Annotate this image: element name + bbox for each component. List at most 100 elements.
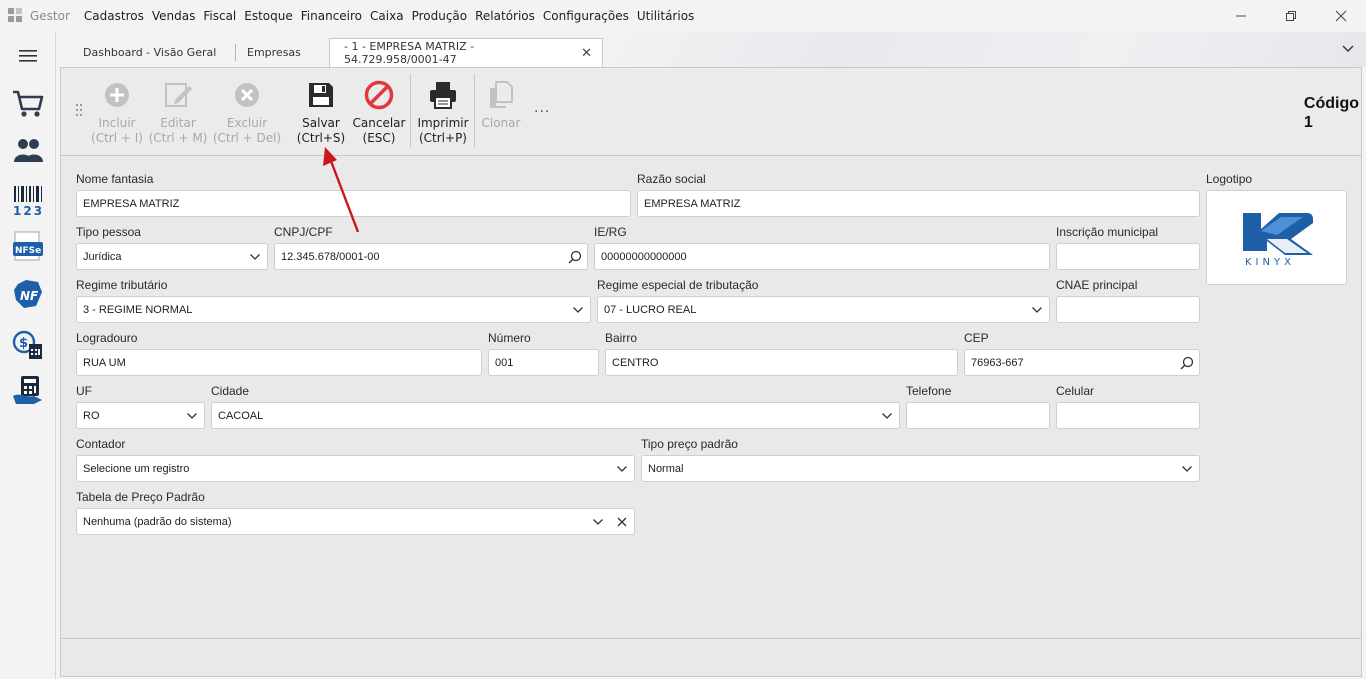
menu-utilitarios[interactable]: Utilitários	[633, 9, 698, 23]
printer-icon	[430, 82, 456, 109]
cidade-select[interactable]: CACOAL	[211, 402, 900, 429]
cidade-label: Cidade	[211, 384, 250, 398]
menu-cadastros[interactable]: Cadastros	[80, 9, 148, 23]
tipo-pessoa-select[interactable]: Jurídica	[76, 243, 268, 270]
app-name: Gestor	[30, 9, 70, 23]
cancel-icon	[364, 80, 394, 110]
logotipo-image[interactable]: KINYX	[1206, 190, 1347, 285]
tab-label: Empresas	[247, 46, 301, 59]
rail-cart-button[interactable]	[10, 86, 46, 122]
cnpj-cpf-label: CNPJ/CPF	[274, 225, 333, 239]
cash-register-icon: $	[12, 330, 42, 359]
hamburger-button[interactable]	[10, 38, 46, 74]
logotipo-label: Logotipo	[1206, 172, 1253, 186]
cancelar-button[interactable]: Cancelar (ESC)	[344, 78, 414, 146]
cep-search-button[interactable]	[1175, 350, 1199, 375]
chevron-down-icon[interactable]	[1342, 43, 1354, 55]
cnae-principal-label: CNAE principal	[1056, 278, 1138, 292]
contador-label: Contador	[76, 437, 126, 451]
regime-especial-label: Regime especial de tributação	[597, 278, 759, 292]
excluir-button[interactable]: Excluir (Ctrl + Del)	[212, 78, 282, 146]
tab-close-icon[interactable]: ✕	[581, 46, 592, 61]
razao-social-field[interactable]: EMPRESA MATRIZ	[637, 190, 1200, 217]
regime-tributario-label: Regime tributário	[76, 278, 168, 292]
uf-select[interactable]: RO	[76, 402, 205, 429]
svg-text:123: 123	[13, 204, 44, 216]
cnpj-search-button[interactable]	[563, 244, 587, 269]
cep-label: CEP	[964, 331, 989, 345]
editar-button[interactable]: Editar (Ctrl + M)	[143, 78, 213, 146]
telefone-label: Telefone	[906, 384, 952, 398]
menu-fiscal[interactable]: Fiscal	[199, 9, 240, 23]
tipo-preco-padrao-label: Tipo preço padrão	[641, 437, 738, 451]
copy-icon	[490, 81, 513, 108]
menu-caixa[interactable]: Caixa	[366, 9, 408, 23]
clonar-button[interactable]: Clonar	[466, 78, 536, 131]
menu-relatorios[interactable]: Relatórios	[471, 9, 539, 23]
svg-text:KINYX: KINYX	[1245, 257, 1295, 267]
numero-field[interactable]: 001	[488, 349, 599, 376]
save-icon	[309, 83, 333, 107]
rail-calculator-button[interactable]	[10, 372, 46, 408]
window-controls	[1216, 0, 1366, 32]
title-bar: Gestor Cadastros Vendas Fiscal Estoque F…	[0, 0, 1366, 32]
inscricao-municipal-field[interactable]	[1056, 243, 1200, 270]
calculator-icon	[13, 376, 42, 404]
regime-tributario-select[interactable]: 3 - REGIME NORMAL	[76, 296, 591, 323]
logradouro-field[interactable]: RUA UM	[76, 349, 482, 376]
barcode-icon: 123	[13, 186, 44, 216]
cnpj-cpf-field[interactable]: 12.345.678/0001-00	[274, 243, 588, 270]
svg-text:$: $	[19, 336, 28, 351]
menu-vendas[interactable]: Vendas	[148, 9, 200, 23]
status-strip	[61, 638, 1361, 676]
restore-button[interactable]	[1266, 0, 1316, 32]
tab-empresas[interactable]: Empresas	[233, 38, 301, 67]
celular-field[interactable]	[1056, 402, 1200, 429]
minimize-icon	[1236, 15, 1246, 17]
search-icon	[568, 250, 582, 263]
tabela-preco-padrao-label: Tabela de Preço Padrão	[76, 490, 205, 504]
razao-social-label: Razão social	[637, 172, 706, 186]
menu-producao[interactable]: Produção	[408, 9, 472, 23]
cep-field[interactable]: 76963-667	[964, 349, 1200, 376]
tabela-preco-padrao-select[interactable]: Nenhuma (padrão do sistema)	[76, 508, 635, 535]
rail-cash-register-button[interactable]: $	[10, 326, 46, 362]
ie-rg-field[interactable]: 00000000000000	[594, 243, 1050, 270]
contador-select[interactable]: Selecione um registro	[76, 455, 635, 482]
telefone-field[interactable]	[906, 402, 1050, 429]
rail-nfse-button[interactable]: NFSe	[10, 228, 46, 264]
app-logo-icon	[8, 8, 24, 24]
minimize-button[interactable]	[1216, 0, 1266, 32]
plus-circle-icon	[105, 83, 129, 107]
uf-label: UF	[76, 384, 92, 398]
incluir-button[interactable]: Incluir (Ctrl + I)	[82, 78, 152, 146]
rail-people-button[interactable]	[10, 132, 46, 168]
edit-icon	[165, 83, 192, 107]
logradouro-label: Logradouro	[76, 331, 138, 345]
inscricao-municipal-label: Inscrição municipal	[1056, 225, 1159, 239]
rail-nfe-button[interactable]: NF e	[10, 276, 46, 312]
close-window-button[interactable]	[1316, 0, 1366, 32]
left-rail: 123 NFSe NF e $	[0, 32, 56, 679]
menu-financeiro[interactable]: Financeiro	[297, 9, 366, 23]
bairro-field[interactable]: CENTRO	[605, 349, 958, 376]
celular-label: Celular	[1056, 384, 1095, 398]
people-icon	[14, 139, 43, 162]
nome-fantasia-field[interactable]: EMPRESA MATRIZ	[76, 190, 631, 217]
menu-configuracoes[interactable]: Configurações	[539, 9, 633, 23]
rail-barcode-button[interactable]: 123	[10, 182, 46, 218]
more-options-button[interactable]: ...	[534, 100, 550, 116]
chevron-down-icon	[573, 306, 583, 313]
tab-label: - 1 - EMPRESA MATRIZ - 54.729.958/0001-4…	[344, 40, 475, 66]
clear-selection-button[interactable]	[610, 509, 634, 534]
clear-icon	[617, 517, 627, 526]
tab-dashboard[interactable]: Dashboard - Visão Geral	[69, 38, 216, 67]
tipo-pessoa-label: Tipo pessoa	[76, 225, 141, 239]
menu-estoque[interactable]: Estoque	[240, 9, 297, 23]
tab-empresa-matriz[interactable]: - 1 - EMPRESA MATRIZ - 54.729.958/0001-4…	[329, 38, 603, 67]
tipo-preco-padrao-select[interactable]: Normal	[641, 455, 1200, 482]
cnae-principal-field[interactable]	[1056, 296, 1200, 323]
regime-especial-select[interactable]: 07 - LUCRO REAL	[597, 296, 1050, 323]
nfse-icon: NFSe	[13, 231, 43, 261]
search-icon	[1180, 356, 1194, 369]
